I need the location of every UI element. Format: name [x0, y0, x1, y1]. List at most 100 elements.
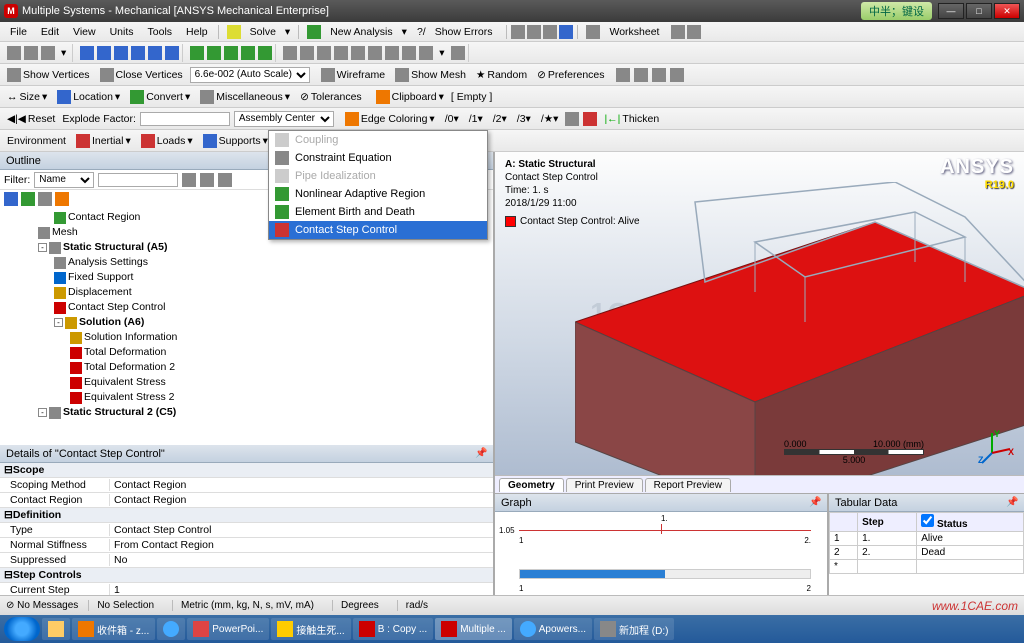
environment-button[interactable]: Environment [4, 134, 69, 148]
edge-1[interactable]: /1▾ [466, 112, 486, 126]
type-value[interactable]: Contact Step Control [110, 524, 493, 536]
status-checkbox[interactable] [921, 514, 934, 527]
edge-sel-icon[interactable] [97, 46, 111, 60]
worksheet-button[interactable]: Worksheet [582, 23, 669, 41]
sel-icon-3[interactable] [41, 46, 55, 60]
edge-4[interactable]: /★▾ [538, 112, 562, 126]
menu-edit[interactable]: Edit [35, 24, 65, 40]
size-button[interactable]: ↔ Size ▾ [4, 90, 50, 104]
close-vertices-button[interactable]: Close Vertices [97, 67, 186, 83]
filter-icon-3[interactable] [218, 173, 232, 187]
show-errors-button[interactable]: ?/ Show Errors [413, 23, 503, 41]
reset-button[interactable]: ◀|◀ Reset [4, 112, 58, 126]
view-dropdown[interactable]: ▾ [436, 46, 447, 60]
cs-icon-1[interactable] [190, 46, 204, 60]
view-box-icon[interactable] [334, 46, 348, 60]
tree-tb-1[interactable] [4, 192, 18, 206]
edge-2[interactable]: /2▾ [490, 112, 510, 126]
sel-icon-4[interactable]: ▾ [58, 46, 69, 60]
tab-print-preview[interactable]: Print Preview [566, 478, 643, 492]
convert-button[interactable]: Convert ▾ [127, 89, 193, 105]
tabular-table[interactable]: Step Status 11.Alive 22.Dead * [829, 512, 1024, 574]
task-powerpoint[interactable]: PowerPoi... [187, 618, 269, 640]
tolerances-button[interactable]: ⊘ Tolerances [297, 90, 365, 104]
menu-coupling[interactable]: Coupling [269, 131, 487, 149]
minimize-button[interactable]: — [938, 3, 964, 19]
edge-icon-a[interactable] [565, 112, 579, 126]
tree-tb-3[interactable] [38, 192, 52, 206]
face-sel-icon[interactable] [114, 46, 128, 60]
tabular-pin-icon[interactable]: 📌 [1006, 497, 1018, 509]
edge-icon-b[interactable] [583, 112, 597, 126]
close-button[interactable]: ✕ [994, 3, 1020, 19]
assembly-center-select[interactable]: Assembly Center [234, 111, 334, 127]
task-ansys-wb[interactable]: 接触生死... [271, 618, 350, 640]
misc-button[interactable]: Miscellaneous ▾ [197, 89, 293, 105]
wireframe-button[interactable]: Wireframe [318, 67, 388, 83]
filter-input[interactable] [98, 173, 178, 187]
filter-icon-1[interactable] [182, 173, 196, 187]
view-pan-icon[interactable] [300, 46, 314, 60]
view-zoom-icon[interactable] [317, 46, 331, 60]
sel-icon-2[interactable] [24, 46, 38, 60]
task-mechanical-active[interactable]: Multiple ... [435, 618, 512, 640]
task-chrome[interactable] [157, 618, 185, 640]
disp-icon-c[interactable] [652, 68, 666, 82]
edge-0[interactable]: /0▾ [442, 112, 462, 126]
menu-pipe-idealization[interactable]: Pipe Idealization [269, 167, 487, 185]
menu-tools[interactable]: Tools [142, 24, 179, 40]
disp-icon-a[interactable] [616, 68, 630, 82]
normal-stiffness-value[interactable]: From Contact Region [110, 539, 493, 551]
contact-region-value[interactable]: Contact Region [110, 494, 493, 506]
elem-sel-icon[interactable] [165, 46, 179, 60]
tree-tb-4[interactable] [55, 192, 69, 206]
show-vertices-button[interactable]: Show Vertices [4, 67, 93, 83]
location-button[interactable]: Location ▾ [54, 89, 123, 105]
view-mag-icon[interactable] [368, 46, 382, 60]
tab-geometry[interactable]: Geometry [499, 478, 564, 492]
suppressed-value[interactable]: No [110, 554, 493, 566]
supports-button[interactable]: Supports ▾ [200, 133, 271, 149]
filter-select[interactable]: Name [34, 172, 94, 188]
axis-triad[interactable]: YXZ [978, 429, 1014, 465]
view-fit-icon[interactable] [351, 46, 365, 60]
solve-button[interactable]: Solve ▾ [223, 23, 295, 41]
new-analysis-button[interactable]: New Analysis ▾ [303, 23, 411, 41]
view-prev-icon[interactable] [385, 46, 399, 60]
view-look-icon[interactable] [451, 46, 465, 60]
cs-icon-4[interactable] [241, 46, 255, 60]
maximize-button[interactable]: □ [966, 3, 992, 19]
random-button[interactable]: ★ Random [473, 68, 530, 82]
start-button[interactable] [4, 617, 40, 641]
body-sel-icon[interactable] [131, 46, 145, 60]
viewport-3d[interactable]: A: Static Structural Contact Step Contro… [495, 152, 1024, 475]
menu-constraint-equation[interactable]: Constraint Equation [269, 149, 487, 167]
tree-tb-2[interactable] [21, 192, 35, 206]
menu-units[interactable]: Units [104, 24, 140, 40]
loads-button[interactable]: Loads ▾ [138, 133, 196, 149]
clipboard-button[interactable]: Clipboard ▾ [373, 89, 447, 105]
toolbar-icon-d[interactable] [559, 25, 573, 39]
task-apowersoft[interactable]: Apowers... [514, 618, 592, 640]
cs-icon-3[interactable] [224, 46, 238, 60]
status-messages[interactable]: ⊘ No Messages [6, 600, 78, 611]
preferences-button[interactable]: ⊘ Preferences [534, 68, 607, 82]
menu-help[interactable]: Help [180, 24, 214, 40]
toolbar-icon-e[interactable] [671, 25, 685, 39]
cs-icon-5[interactable] [258, 46, 272, 60]
toolbar-icon-a[interactable] [511, 25, 525, 39]
graph-body[interactable]: 1.05 1. 1 2. 1 2 [495, 512, 827, 595]
edge-coloring-button[interactable]: Edge Coloring ▾ [342, 111, 438, 127]
current-step-value[interactable]: 1 [110, 584, 493, 595]
disp-icon-b[interactable] [634, 68, 648, 82]
edge-3[interactable]: /3▾ [514, 112, 534, 126]
node-sel-icon[interactable] [148, 46, 162, 60]
cs-icon-2[interactable] [207, 46, 221, 60]
task-drive[interactable]: 新加程 (D:) [594, 618, 674, 640]
menu-nonlinear-adaptive[interactable]: Nonlinear Adaptive Region [269, 185, 487, 203]
thicken-button[interactable]: |←| Thicken [601, 112, 662, 126]
menu-birth-death[interactable]: Element Birth and Death [269, 203, 487, 221]
inertial-button[interactable]: Inertial ▾ [73, 133, 134, 149]
graph-pin-icon[interactable]: 📌 [809, 497, 821, 509]
filter-icon-2[interactable] [200, 173, 214, 187]
